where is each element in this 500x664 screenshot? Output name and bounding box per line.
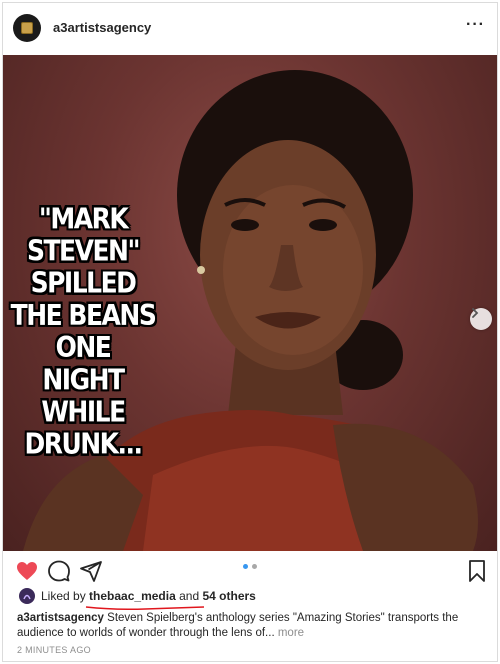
instagram-post: a3artistsagency ··· "MARK STEVEN" SPILLE… (2, 2, 498, 662)
caption-username[interactable]: a3artistsagency (17, 612, 104, 624)
post-timestamp[interactable]: 2 MINUTES AGO (17, 645, 91, 655)
caption-more-link[interactable]: more (278, 627, 304, 639)
overlay-line: "MARK (38, 201, 129, 236)
post-username[interactable]: a3artistsagency (53, 20, 151, 35)
share-icon[interactable] (79, 559, 103, 583)
comment-icon[interactable] (47, 559, 71, 583)
heart-icon[interactable] (15, 559, 39, 583)
post-image[interactable]: "MARK STEVEN" SPILLED THE BEANS ONE NIGH… (3, 55, 497, 551)
likes-prefix: Liked by (41, 589, 86, 603)
more-icon[interactable]: ··· (466, 16, 485, 34)
liker-logo-icon (23, 594, 31, 600)
likes-summary: Liked by thebaac_media and 54 others (19, 587, 256, 605)
overlay-line: ONE (55, 330, 112, 364)
chevron-right-icon (472, 308, 479, 318)
overlay-line: SPILLED (30, 266, 137, 300)
carousel-dot-active (243, 564, 248, 569)
post-header: a3artistsagency ··· (3, 3, 497, 55)
bookmark-icon[interactable] (465, 559, 489, 583)
post-caption: a3artistsagency Steven Spielberg's antho… (17, 611, 487, 641)
avatar-logo (21, 22, 33, 34)
liker-avatar[interactable] (19, 588, 35, 604)
carousel-indicator (243, 564, 257, 569)
likes-middle: and (179, 589, 200, 603)
post-actions (3, 551, 497, 585)
profile-avatar[interactable] (13, 14, 41, 42)
carousel-next-button[interactable] (470, 308, 492, 330)
likes-others-link[interactable]: 54 others (202, 589, 255, 603)
overlay-caption-text: "MARK STEVEN" SPILLED THE BEANS ONE NIGH… (7, 201, 159, 461)
overlay-line: DRUNK... (24, 427, 143, 461)
liker-username[interactable]: thebaac_media (89, 589, 176, 603)
overlay-line: NIGHT WHILE (41, 362, 126, 429)
carousel-dot (252, 564, 257, 569)
overlay-line: STEVEN" (26, 234, 141, 268)
overlay-line: THE BEANS (10, 298, 157, 332)
